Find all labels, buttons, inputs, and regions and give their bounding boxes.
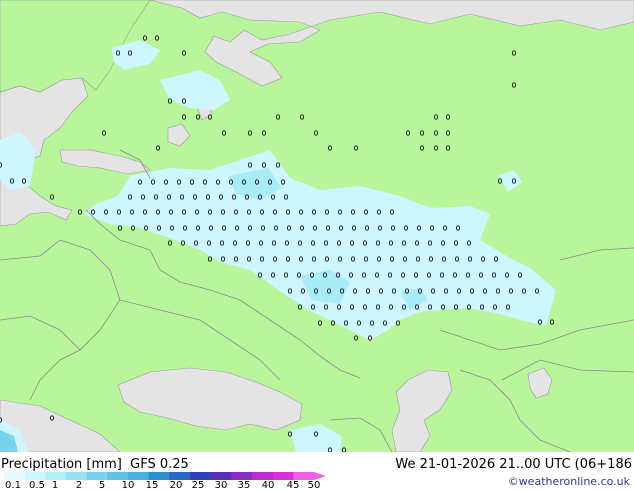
scale-label: 20 bbox=[169, 480, 183, 491]
scale-label: 40 bbox=[261, 480, 275, 491]
scale-label: 0.1 bbox=[5, 480, 21, 491]
scale-swatch bbox=[4, 472, 26, 480]
scale-swatch bbox=[210, 472, 232, 480]
scale-arrow bbox=[314, 472, 326, 480]
scale-label: 10 bbox=[121, 480, 135, 491]
scale-swatch bbox=[24, 472, 46, 480]
scale-swatch bbox=[252, 472, 274, 480]
scale-label: 25 bbox=[191, 480, 205, 491]
scale-label: 2 bbox=[75, 480, 83, 491]
scale-swatch bbox=[107, 472, 129, 480]
title-text: Precipitation [mm] bbox=[1, 457, 122, 472]
model-name: GFS 0.25 bbox=[130, 457, 189, 472]
scale-label: 0.5 bbox=[29, 480, 45, 491]
credit-link[interactable]: ©weatheronline.co.uk bbox=[508, 475, 630, 488]
scale-swatch bbox=[128, 472, 150, 480]
scale-swatch bbox=[272, 472, 294, 480]
run-datetime: We 21-01-2026 21..00 UTC (06+186 bbox=[395, 457, 632, 472]
scale-label: 1 bbox=[51, 480, 59, 491]
scale-swatch bbox=[190, 472, 212, 480]
color-scale bbox=[4, 472, 326, 480]
map-title: Precipitation [mm] GFS 0.25 bbox=[1, 457, 189, 472]
scale-swatch bbox=[45, 472, 67, 480]
precipitation-map bbox=[0, 0, 634, 453]
scale-swatch bbox=[148, 472, 170, 480]
scale-swatch bbox=[86, 472, 108, 480]
scale-swatch bbox=[169, 472, 191, 480]
scale-label: 50 bbox=[307, 480, 321, 491]
scale-label: 35 bbox=[237, 480, 251, 491]
scale-label: 45 bbox=[286, 480, 300, 491]
scale-swatch bbox=[231, 472, 253, 480]
scale-swatch bbox=[66, 472, 88, 480]
scale-label: 15 bbox=[145, 480, 159, 491]
scale-label: 5 bbox=[98, 480, 106, 491]
scale-label: 30 bbox=[214, 480, 228, 491]
scale-swatch bbox=[293, 472, 315, 480]
